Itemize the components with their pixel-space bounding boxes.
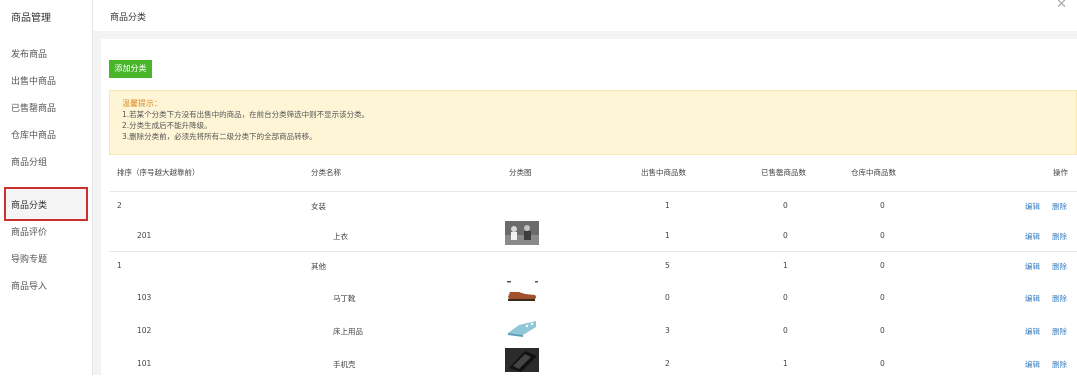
page-header: 商品分类 ✕: [93, 0, 1077, 32]
tip-line: 2.分类生成后不能升降级。: [122, 121, 212, 130]
table-row: 103 马丁靴 0 0 0 编辑 删除: [101, 278, 1077, 311]
edit-link[interactable]: 编辑: [1025, 261, 1040, 272]
tips-box: 温馨提示： 1.若某个分类下方没有出售中的商品，在前台分类筛选中则不显示该分类。…: [109, 90, 1077, 155]
sidebar-item-shopping-guide[interactable]: 导购专题: [11, 252, 47, 265]
sidebar-item-product-import[interactable]: 商品导入: [11, 279, 47, 292]
add-category-button[interactable]: 添加分类: [109, 60, 152, 78]
header-sold-out: 已售罄商品数: [761, 168, 806, 177]
row-sold-out: 0: [783, 231, 788, 240]
row-on-sale: 0: [665, 293, 670, 302]
header-image: 分类图: [509, 168, 532, 177]
header-warehouse: 仓库中商品数: [851, 168, 896, 177]
table-row: 2 女装 1 0 0 编辑 删除: [101, 192, 1077, 218]
row-order: 201: [137, 231, 152, 240]
row-on-sale: 2: [665, 359, 670, 368]
page-title: 商品分类: [110, 13, 147, 23]
header-name: 分类名称: [311, 168, 341, 177]
table-row: 1 其他 5 1 0 编辑 删除: [101, 252, 1077, 278]
category-image: [505, 281, 539, 305]
row-order: 1: [117, 261, 122, 270]
edit-link[interactable]: 编辑: [1025, 359, 1040, 370]
delete-link[interactable]: 删除: [1052, 293, 1067, 304]
sidebar-item-on-sale[interactable]: 出售中商品: [11, 74, 56, 87]
row-warehouse: 0: [880, 261, 885, 270]
row-on-sale: 5: [665, 261, 670, 270]
tips-title: 温馨提示：: [122, 99, 162, 108]
row-order: 102: [137, 326, 152, 335]
sidebar: 商品管理 发布商品 出售中商品 已售罄商品 仓库中商品 商品分组 商品分类 商品…: [0, 0, 93, 375]
row-warehouse: 0: [880, 359, 885, 368]
header-on-sale: 出售中商品数: [641, 168, 686, 177]
delete-link[interactable]: 删除: [1052, 261, 1067, 272]
row-sold-out: 0: [783, 293, 788, 302]
edit-link[interactable]: 编辑: [1025, 231, 1040, 242]
tip-line: 1.若某个分类下方没有出售中的商品，在前台分类筛选中则不显示该分类。: [122, 110, 370, 119]
category-image: [505, 315, 539, 339]
row-warehouse: 0: [880, 326, 885, 335]
delete-link[interactable]: 删除: [1052, 326, 1067, 337]
table-row: 101 手机壳 2 1 0 编辑 删除: [101, 344, 1077, 378]
edit-link[interactable]: 编辑: [1025, 293, 1040, 304]
row-sold-out: 0: [783, 326, 788, 335]
close-icon[interactable]: ✕: [1056, 0, 1067, 12]
tip-line: 3.删除分类前，必须先将所有二级分类下的全部商品转移。: [122, 132, 317, 141]
sidebar-item-reviews[interactable]: 商品评价: [11, 225, 47, 238]
row-sold-out: 1: [783, 359, 788, 368]
sidebar-title: 商品管理: [11, 13, 51, 24]
row-order: 101: [137, 359, 152, 368]
row-order: 2: [117, 201, 122, 210]
row-on-sale: 3: [665, 326, 670, 335]
row-warehouse: 0: [880, 201, 885, 210]
sidebar-item-product-categories[interactable]: 商品分类: [11, 198, 47, 211]
delete-link[interactable]: 删除: [1052, 201, 1067, 212]
row-name: 床上用品: [333, 327, 363, 336]
category-image: [505, 348, 539, 372]
header-order: 排序（序号越大越靠前）: [117, 168, 200, 177]
delete-link[interactable]: 删除: [1052, 359, 1067, 370]
row-name: 其他: [311, 262, 326, 271]
row-sold-out: 0: [783, 201, 788, 210]
table-row: 102 床上用品 3 0 0 编辑 删除: [101, 311, 1077, 344]
sidebar-item-sold-out[interactable]: 已售罄商品: [11, 101, 56, 114]
table-row: 201 上衣 1 0 0 编辑 删除: [101, 218, 1077, 250]
main-content: 添加分类 温馨提示： 1.若某个分类下方没有出售中的商品，在前台分类筛选中则不显…: [93, 31, 1077, 375]
row-name: 马丁靴: [333, 294, 356, 303]
content-panel: 添加分类 温馨提示： 1.若某个分类下方没有出售中的商品，在前台分类筛选中则不显…: [101, 39, 1077, 375]
row-warehouse: 0: [880, 231, 885, 240]
row-order: 103: [137, 293, 152, 302]
header-actions: 操作: [1053, 168, 1068, 177]
row-name: 上衣: [333, 232, 348, 241]
delete-link[interactable]: 删除: [1052, 231, 1067, 242]
sidebar-item-product-groups[interactable]: 商品分组: [11, 155, 47, 168]
row-on-sale: 1: [665, 231, 670, 240]
row-warehouse: 0: [880, 293, 885, 302]
sidebar-item-publish-product[interactable]: 发布商品: [11, 47, 47, 60]
row-sold-out: 1: [783, 261, 788, 270]
edit-link[interactable]: 编辑: [1025, 201, 1040, 212]
edit-link[interactable]: 编辑: [1025, 326, 1040, 337]
category-image: [505, 221, 539, 245]
sidebar-item-warehouse[interactable]: 仓库中商品: [11, 128, 56, 141]
row-name: 女装: [311, 202, 326, 211]
row-on-sale: 1: [665, 201, 670, 210]
row-name: 手机壳: [333, 360, 356, 369]
